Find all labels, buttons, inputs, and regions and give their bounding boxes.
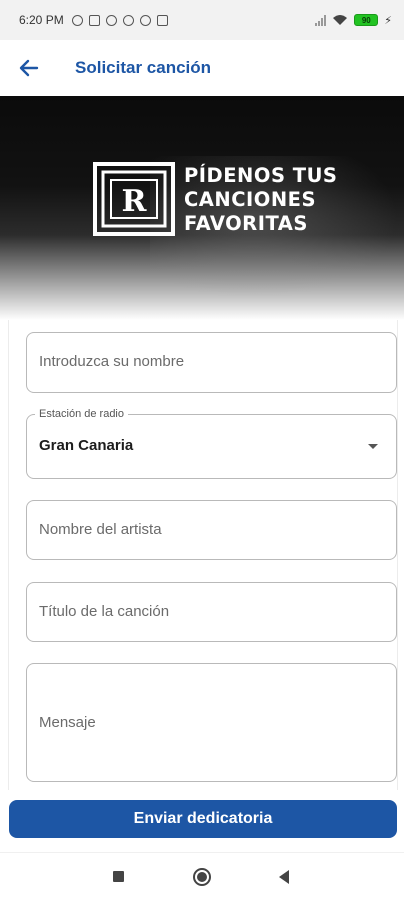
status-bar: 6:20 PM 90 ⚡ bbox=[0, 0, 404, 40]
banner-line-1: PÍDENOS TUS bbox=[184, 164, 338, 187]
send-dedication-button[interactable]: Enviar dedicatoria bbox=[9, 800, 397, 838]
name-placeholder: Introduzca su nombre bbox=[39, 353, 185, 370]
sync-icon bbox=[105, 14, 117, 26]
charging-icon: ⚡ bbox=[384, 14, 392, 27]
artist-field[interactable]: Nombre del artista bbox=[26, 500, 397, 560]
artist-placeholder: Nombre del artista bbox=[39, 521, 162, 538]
banner-image: R PÍDENOS TUS CANCIONES FAVORITAS bbox=[0, 96, 404, 320]
banner-line-3: FAVORITAS bbox=[184, 212, 308, 235]
message-placeholder: Mensaje bbox=[39, 714, 96, 731]
station-select[interactable]: Estación de radio Gran Canaria bbox=[26, 408, 397, 479]
song-title-field[interactable]: Título de la canción bbox=[26, 582, 397, 642]
wifi-icon bbox=[333, 15, 348, 25]
radio-logo: R bbox=[93, 162, 175, 236]
record-icon bbox=[122, 14, 134, 26]
home-icon[interactable] bbox=[193, 868, 211, 886]
song-title-placeholder: Título de la canción bbox=[39, 603, 170, 620]
station-value: Gran Canaria bbox=[39, 437, 134, 454]
system-nav-bar bbox=[0, 852, 404, 900]
banner-line-2: CANCIONES bbox=[184, 188, 317, 211]
alarm-icon bbox=[71, 14, 83, 26]
page-title: Solicitar canción bbox=[75, 58, 212, 77]
chevron-down-icon bbox=[368, 444, 378, 449]
back-button[interactable] bbox=[0, 40, 58, 96]
battery-icon: 90 bbox=[354, 14, 379, 26]
message-field[interactable]: Mensaje bbox=[26, 663, 397, 782]
arrow-left-icon bbox=[19, 59, 39, 77]
logo-letter: R bbox=[122, 184, 148, 219]
status-time: 6:20 PM bbox=[19, 13, 64, 27]
sync-icon bbox=[139, 14, 151, 26]
back-triangle-icon[interactable] bbox=[279, 870, 289, 884]
request-form: Introduzca su nombre Estación de radio G… bbox=[8, 320, 398, 790]
notification-icons bbox=[71, 14, 168, 26]
laptop-icon bbox=[156, 14, 168, 26]
system-icons: 90 ⚡ bbox=[315, 14, 392, 27]
mail-icon bbox=[88, 14, 100, 26]
recents-icon[interactable] bbox=[113, 871, 124, 882]
banner-headline: PÍDENOS TUS CANCIONES FAVORITAS bbox=[184, 164, 337, 236]
app-bar: Solicitar canción bbox=[0, 40, 404, 96]
signal-icon bbox=[315, 14, 327, 26]
name-field[interactable]: Introduzca su nombre bbox=[26, 332, 397, 393]
station-label: Estación de radio bbox=[35, 408, 128, 420]
